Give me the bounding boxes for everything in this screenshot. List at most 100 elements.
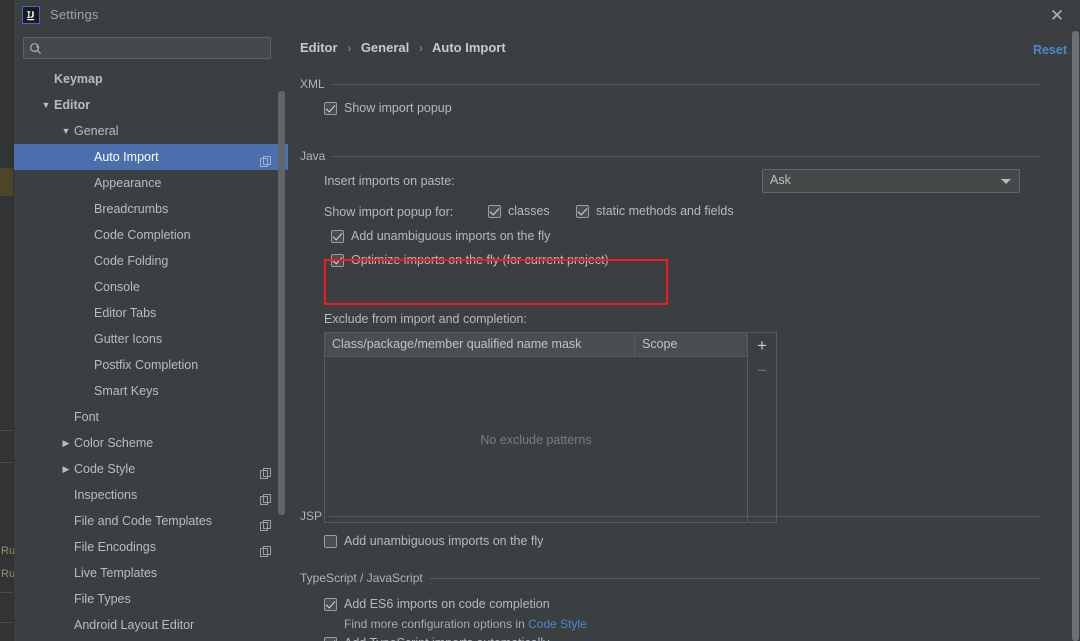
section-typescript-javascript: TypeScript / JavaScript: [300, 571, 1040, 585]
exclude-patterns-table[interactable]: Class/package/member qualified name mask…: [324, 332, 748, 523]
chevron-right-icon[interactable]: ▶: [60, 456, 72, 482]
breadcrumb-item-general[interactable]: General: [361, 40, 409, 55]
sidebar-item-label: Breadcrumbs: [94, 202, 169, 216]
search-icon: [30, 43, 42, 55]
checkbox-indicator[interactable]: [576, 204, 589, 218]
table-empty-message: No exclude patterns: [480, 432, 592, 447]
checkbox-add-typescript-imports[interactable]: Add TypeScript imports automatically: [324, 636, 549, 641]
sidebar-item-label: Code Completion: [94, 228, 191, 242]
background-divider: [0, 462, 13, 463]
checkbox-indicator[interactable]: [324, 101, 337, 115]
checkbox-indicator[interactable]: [331, 253, 344, 267]
section-typescript-javascript-title: TypeScript / JavaScript: [300, 571, 423, 585]
sidebar-item-appearance[interactable]: Appearance: [14, 170, 288, 196]
breadcrumb-item-auto-import[interactable]: Auto Import: [432, 40, 506, 55]
insert-imports-on-paste-select[interactable]: Ask: [762, 169, 1020, 193]
checkbox-indicator[interactable]: [331, 229, 344, 243]
sidebar-item-color-scheme[interactable]: ▶ Color Scheme: [14, 430, 288, 456]
sidebar-item-label: Appearance: [94, 176, 162, 190]
table-column-header-mask[interactable]: Class/package/member qualified name mask: [325, 333, 635, 356]
background-rule-label: Rul: [1, 568, 14, 580]
chevron-right-icon: ›: [347, 41, 352, 55]
auto-import-settings-form: XML Show import popup Java Insert import…: [288, 66, 1080, 641]
chevron-down-icon[interactable]: ▼: [60, 118, 72, 144]
settings-sidebar: Keymap ▼ Editor ▼ General Auto Import Appearan…: [14, 30, 288, 641]
section-divider: [429, 577, 1040, 579]
window-title: Settings: [50, 7, 99, 22]
checkbox-label: Add ES6 imports on code completion: [344, 597, 550, 611]
background-left-strip: Rul Rul: [0, 0, 15, 641]
add-button[interactable]: +: [749, 333, 775, 357]
checkbox-indicator[interactable]: [324, 597, 337, 611]
sidebar-item-font[interactable]: Font: [14, 404, 288, 430]
sidebar-item-label: Code Folding: [94, 254, 169, 268]
reset-link[interactable]: Reset: [1033, 43, 1067, 57]
checkbox-add-es6-imports[interactable]: Add ES6 imports on code completion: [324, 597, 550, 611]
sidebar-item-auto-import[interactable]: Auto Import: [14, 144, 288, 170]
checkbox-static-methods-and-fields[interactable]: static methods and fields: [576, 204, 734, 218]
chevron-right-icon[interactable]: ▶: [60, 430, 72, 456]
sidebar-item-editor-tabs[interactable]: Editor Tabs: [14, 300, 288, 326]
content-scrollbar[interactable]: [1070, 31, 1080, 641]
sidebar-item-file-and-code-templates[interactable]: File and Code Templates: [14, 508, 288, 534]
sidebar-item-code-style[interactable]: ▶ Code Style: [14, 456, 288, 482]
sidebar-item-editor[interactable]: ▼ Editor: [14, 92, 288, 118]
checkbox-label: classes: [508, 204, 550, 218]
checkbox-add-unambiguous-imports-jsp[interactable]: Add unambiguous imports on the fly: [324, 534, 543, 548]
section-divider: [332, 155, 1040, 157]
checkbox-optimize-imports-on-the-fly[interactable]: Optimize imports on the fly (for current…: [331, 253, 609, 267]
copy-icon: [260, 515, 272, 531]
section-xml-title: XML: [300, 77, 325, 91]
breadcrumb: Editor › General › Auto Import: [300, 40, 506, 55]
code-style-link[interactable]: Code Style: [528, 617, 587, 631]
checkbox-indicator[interactable]: [324, 534, 337, 548]
sidebar-item-gutter-icons[interactable]: Gutter Icons: [14, 326, 288, 352]
sidebar-item-postfix-completion[interactable]: Postfix Completion: [14, 352, 288, 378]
show-import-popup-for-label: Show import popup for:: [324, 205, 454, 219]
search-input[interactable]: [48, 41, 268, 58]
copy-icon: [260, 541, 272, 557]
sidebar-item-label: Auto Import: [94, 150, 159, 164]
content-scrollbar-thumb[interactable]: [1072, 31, 1079, 641]
sidebar-item-general[interactable]: ▼ General: [14, 118, 288, 144]
search-box[interactable]: [23, 37, 271, 59]
background-divider: [0, 622, 13, 623]
section-java: Java: [300, 149, 1040, 163]
copy-icon: [260, 489, 272, 505]
table-toolbar: + −: [749, 332, 777, 523]
copy-icon: [260, 463, 272, 479]
sidebar-item-label: Editor: [54, 98, 91, 112]
checkbox-indicator[interactable]: [324, 636, 337, 641]
table-column-header-scope[interactable]: Scope: [635, 333, 747, 356]
sidebar-item-keymap[interactable]: Keymap: [14, 66, 288, 92]
sidebar-item-code-completion[interactable]: Code Completion: [14, 222, 288, 248]
sidebar-item-inspections[interactable]: Inspections: [14, 482, 288, 508]
background-divider: [0, 592, 13, 593]
sidebar-item-file-types[interactable]: File Types: [14, 586, 288, 612]
settings-content-pane: Editor › General › Auto Import Reset XML…: [288, 30, 1080, 641]
sidebar-item-console[interactable]: Console: [14, 274, 288, 300]
close-icon[interactable]: ✕: [1042, 2, 1072, 28]
breadcrumb-item-editor[interactable]: Editor: [300, 40, 338, 55]
sidebar-item-live-templates[interactable]: Live Templates: [14, 560, 288, 586]
sidebar-item-code-folding[interactable]: Code Folding: [14, 248, 288, 274]
checkbox-xml-show-import-popup[interactable]: Show import popup: [324, 101, 452, 115]
chevron-down-icon[interactable]: ▼: [40, 92, 52, 118]
sidebar-item-label: General: [74, 124, 119, 138]
sidebar-item-breadcrumbs[interactable]: Breadcrumbs: [14, 196, 288, 222]
table-header-row: Class/package/member qualified name mask…: [325, 333, 747, 357]
sidebar-item-label: Console: [94, 280, 140, 294]
section-jsp: JSP: [300, 509, 1040, 523]
sidebar-item-android-layout-editor[interactable]: Android Layout Editor: [14, 612, 288, 638]
insert-imports-value: Ask: [770, 173, 791, 187]
es6-hint-text: Find more configuration options in: [344, 617, 529, 631]
sidebar-item-file-encodings[interactable]: File Encodings: [14, 534, 288, 560]
sidebar-item-smart-keys[interactable]: Smart Keys: [14, 378, 288, 404]
checkbox-classes[interactable]: classes: [488, 204, 550, 218]
checkbox-indicator[interactable]: [488, 204, 501, 218]
sidebar-item-label: Inspections: [74, 488, 138, 502]
sidebar-scrollbar[interactable]: [278, 91, 285, 515]
remove-button[interactable]: −: [749, 357, 775, 383]
settings-tree[interactable]: Keymap ▼ Editor ▼ General Auto Import Appearan…: [14, 66, 288, 641]
checkbox-add-unambiguous-imports-java[interactable]: Add unambiguous imports on the fly: [331, 229, 550, 243]
